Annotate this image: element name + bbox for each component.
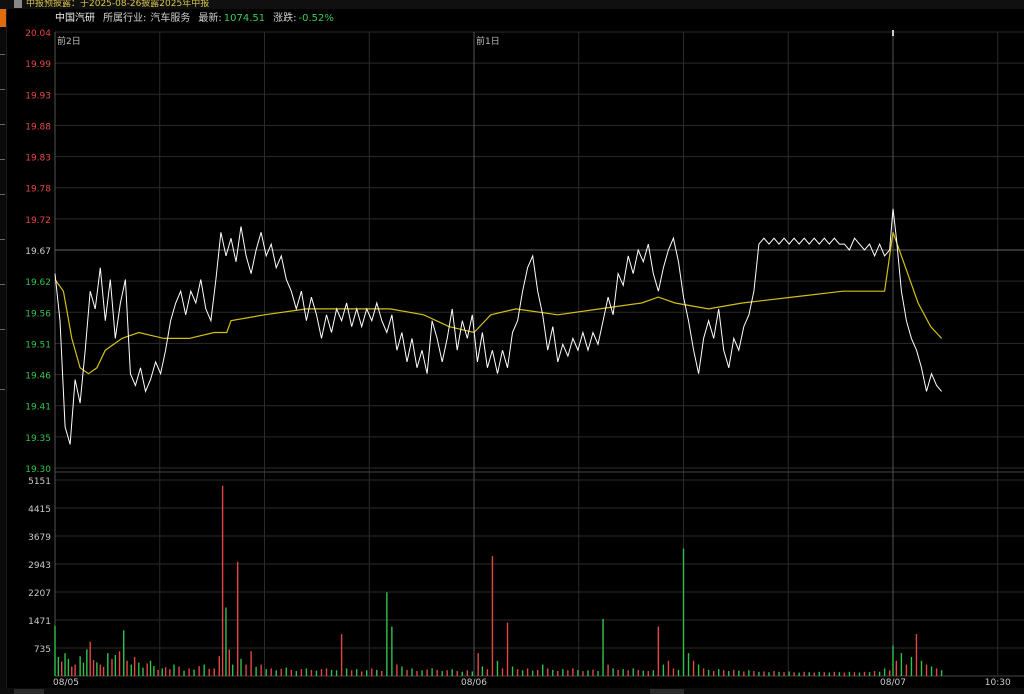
day-label: 前1日 [476, 35, 500, 47]
volume-tick-label: 1471 [28, 617, 51, 627]
time-axis-label: 10:30 [985, 678, 1011, 688]
price-line [54, 208, 942, 445]
day-label: 前2日 [57, 35, 81, 47]
time-axis-label: 08/05 [53, 678, 79, 688]
price-tick-label: 19.30 [25, 465, 51, 475]
bottom-tabs [0, 688, 1024, 694]
price-tick-label: 19.99 [25, 60, 51, 70]
bottom-tab[interactable] [650, 689, 684, 694]
price-tick-label: 19.56 [25, 309, 51, 319]
price-tick-label: 19.62 [25, 278, 51, 288]
price-tick-label: 19.83 [25, 154, 51, 164]
price-tick-label: 19.93 [25, 91, 51, 101]
volume-tick-label: 4415 [28, 505, 51, 515]
volume-tick-label: 2943 [28, 561, 51, 571]
price-tick-label: 19.35 [25, 434, 51, 444]
volume-tick-label: 5151 [28, 477, 51, 487]
price-tick-label: 20.04 [25, 29, 51, 39]
time-axis-label: 08/06 [461, 678, 487, 688]
volume-tick-label: 3679 [28, 533, 51, 543]
time-axis-label: 08/07 [880, 678, 906, 688]
price-tick-label: 19.72 [25, 216, 51, 226]
price-tick-label: 19.88 [25, 122, 51, 132]
price-tick-label: 19.51 [25, 340, 51, 350]
intraday-chart[interactable]: 20.04 19.99 19.93 19.88 19.83 19.78 19.72 19.67… [0, 0, 1024, 688]
volume-tick-label: 2207 [28, 589, 51, 599]
volume-tick-label: 735 [34, 645, 51, 655]
price-tick-label: 19.46 [25, 372, 51, 382]
price-tick-label: 19.67 [25, 247, 51, 257]
price-tick-label: 19.41 [25, 403, 51, 413]
bottom-tab[interactable] [14, 689, 44, 694]
price-tick-label: 19.78 [25, 185, 51, 195]
